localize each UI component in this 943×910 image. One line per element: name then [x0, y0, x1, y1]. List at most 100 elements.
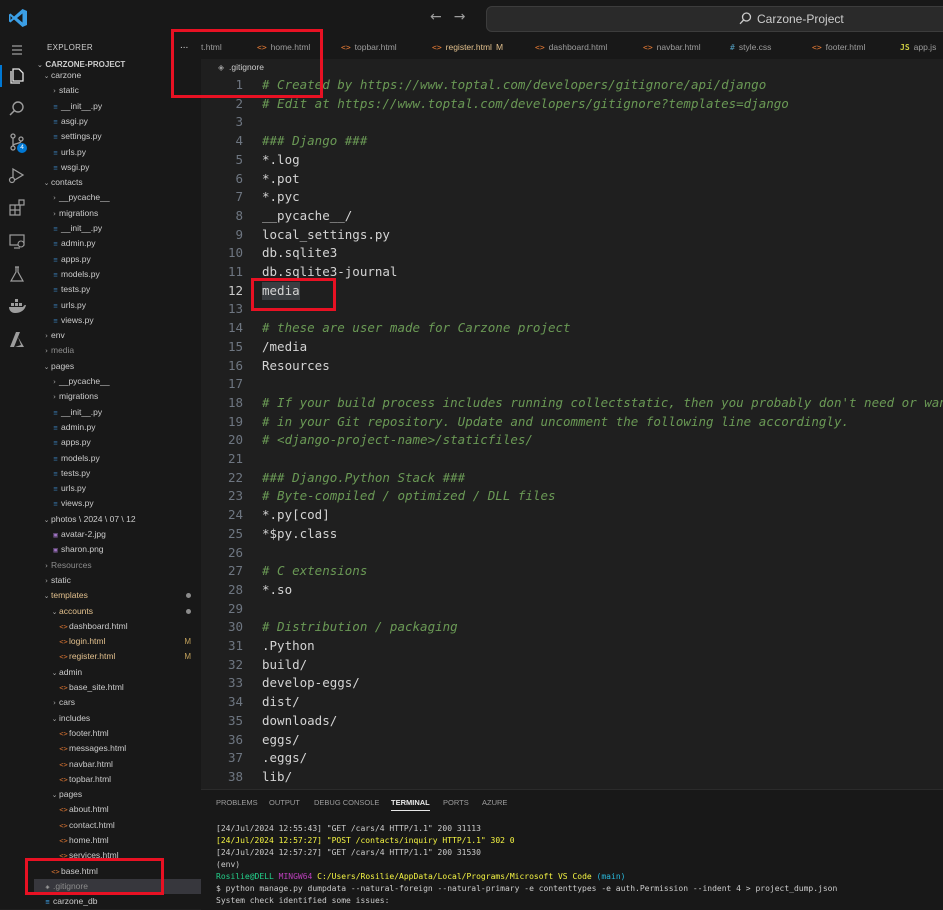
tree-item-label: home.html [69, 835, 109, 845]
tree-file[interactable]: <>about.html [34, 802, 201, 817]
azure-icon[interactable] [7, 330, 27, 350]
tree-file[interactable]: <>contact.html [34, 818, 201, 833]
tree-file[interactable]: ≡ models.py [34, 267, 201, 282]
tree-folder[interactable]: ⌄ includes [34, 711, 201, 726]
tree-folder[interactable]: › __pycache__ [34, 190, 201, 205]
code-editor[interactable]: 1 # Created by https://www.toptal.com/dev… [201, 76, 943, 789]
tree-file[interactable]: <>login.html M [34, 634, 201, 649]
menu-icon[interactable] [7, 40, 27, 60]
tree-file[interactable]: <>messages.html [34, 741, 201, 756]
tree-folder[interactable]: › migrations [34, 206, 201, 221]
tree-folder[interactable]: › static [34, 573, 201, 588]
panel-tab-ports[interactable]: PORTS [443, 798, 469, 807]
tab-topbar-html[interactable]: <> topbar.html [341, 35, 397, 59]
code-text: # Byte-compiled / optimized / DLL files [262, 488, 556, 504]
chevron-down-icon: ⌄ [43, 592, 50, 601]
tree-file[interactable]: ≡ tests.py [34, 466, 201, 481]
tree-file[interactable]: ≡ __init__.py [34, 99, 201, 114]
panel-tab-azure[interactable]: AZURE [482, 798, 507, 807]
panel-tab-problems[interactable]: PROBLEMS [216, 798, 258, 807]
tree-folder[interactable]: › Resources [34, 558, 201, 573]
tree-folder[interactable]: ⌄ pages [34, 359, 201, 374]
tree-file[interactable]: ≡ views.py [34, 313, 201, 328]
code-text: ### Django ### [262, 133, 368, 149]
breadcrumb-file[interactable]: .gitignore [229, 59, 264, 76]
tree-folder[interactable]: › static [34, 83, 201, 98]
tab-register-html[interactable]: <> register.html M [432, 35, 503, 59]
code-text: downloads/ [262, 712, 338, 728]
more-actions-icon[interactable]: ... [180, 40, 188, 51]
tree-folder[interactable]: ⌄ templates [34, 588, 201, 603]
nav-arrows: ←→ [430, 9, 477, 25]
tab-navbar-html[interactable]: <> navbar.html [643, 35, 701, 59]
tab-app-js[interactable]: JS app.js [900, 35, 936, 59]
tree-folder[interactable]: › media [34, 343, 201, 358]
tab-label: app.js [913, 42, 937, 52]
tree-file[interactable]: ≡ urls.py [34, 145, 201, 160]
tree-file[interactable]: <>topbar.html [34, 772, 201, 787]
tree-folder[interactable]: ⌄ carzone [34, 68, 201, 83]
tree-file[interactable]: ≡ carzone_db [34, 894, 201, 909]
tree-folder[interactable]: ⌄ photos \ 2024 \ 07 \ 12 [34, 512, 201, 527]
remote-explorer-icon[interactable] [7, 231, 27, 251]
tab-dashboard-html[interactable]: <> dashboard.html [535, 35, 607, 59]
tree-file[interactable]: ▣ avatar-2.jpg [34, 527, 201, 542]
tree-file[interactable]: ≡ apps.py [34, 252, 201, 267]
explorer-icon[interactable] [7, 66, 27, 86]
tree-file[interactable]: ≡ admin.py [34, 420, 201, 435]
tree-folder[interactable]: ⌄ admin [34, 665, 201, 680]
arrow-left-icon[interactable]: ← [430, 9, 454, 25]
panel-tab-debug-console[interactable]: DEBUG CONSOLE [314, 798, 379, 807]
tree-item-label: about.html [69, 804, 109, 815]
search-icon[interactable] [7, 99, 27, 119]
tab-footer-html[interactable]: <> footer.html [812, 35, 865, 59]
tree-file[interactable]: <>home.html [34, 833, 201, 848]
tab-home-html[interactable]: <> home.html [257, 35, 310, 59]
tree-file[interactable]: ≡ tests.py [34, 282, 201, 297]
line-number: 37 [227, 750, 243, 766]
tree-file[interactable]: ▣ sharon.png [34, 542, 201, 557]
command-center[interactable]: Carzone-Project [486, 6, 943, 32]
tab-style-css[interactable]: # style.css [730, 35, 771, 59]
testing-icon[interactable] [7, 264, 27, 284]
tree-file[interactable]: <>services.html [34, 848, 201, 863]
extensions-icon[interactable] [7, 198, 27, 218]
line-number: 35 [227, 712, 243, 728]
tree-item-label: .gitignore [53, 880, 88, 891]
tree-file[interactable]: ≡ __init__.py [34, 405, 201, 420]
tree-folder[interactable]: ⌄ contacts [34, 175, 201, 190]
tree-folder[interactable]: › cars [34, 695, 201, 710]
tree-item-label: wsgi.py [61, 161, 90, 172]
tree-file[interactable]: ≡ urls.py [34, 298, 201, 313]
tree-file[interactable]: <>register.html M [34, 649, 201, 664]
tree-file[interactable]: ≡ admin.py [34, 236, 201, 251]
tree-file[interactable]: ≡ urls.py [34, 481, 201, 496]
tree-file[interactable]: <>navbar.html [34, 757, 201, 772]
tree-file[interactable]: ≡ apps.py [34, 435, 201, 450]
tree-file[interactable]: <>footer.html [34, 726, 201, 741]
tree-file[interactable]: <>dashboard.html [34, 619, 201, 634]
tree-file[interactable]: ≡ asgi.py [34, 114, 201, 129]
docker-icon[interactable] [7, 297, 27, 317]
tree-folder[interactable]: › env [34, 328, 201, 343]
tree-folder[interactable]: ⌄ accounts [34, 604, 201, 619]
tree-folder[interactable]: ⌄ pages [34, 787, 201, 802]
js-file-icon: JS [900, 43, 910, 52]
run-debug-icon[interactable] [7, 165, 27, 185]
panel-tab-terminal[interactable]: TERMINAL [391, 798, 430, 811]
tab-t-html[interactable]: <>t.html [201, 35, 222, 59]
tree-file[interactable]: ≡ settings.py [34, 129, 201, 144]
tree-file[interactable]: ≡ models.py [34, 451, 201, 466]
tree-file[interactable]: ≡ __init__.py [34, 221, 201, 236]
tree-folder[interactable]: › __pycache__ [34, 374, 201, 389]
tree-file[interactable]: ◈ .gitignore [34, 878, 201, 894]
arrow-right-icon[interactable]: → [454, 9, 478, 25]
tree-folder[interactable]: › migrations [34, 389, 201, 404]
tree-file[interactable]: <>base.html [34, 864, 201, 879]
code-line: 25 *$py.class [201, 525, 943, 544]
panel-tab-output[interactable]: OUTPUT [269, 798, 300, 807]
tree-file[interactable]: <>base_site.html [34, 680, 201, 695]
tree-file[interactable]: ≡ views.py [34, 496, 201, 511]
terminal-command[interactable]: $ python manage.py dumpdata --natural-fo… [216, 884, 837, 893]
tree-file[interactable]: ≡ wsgi.py [34, 160, 201, 175]
